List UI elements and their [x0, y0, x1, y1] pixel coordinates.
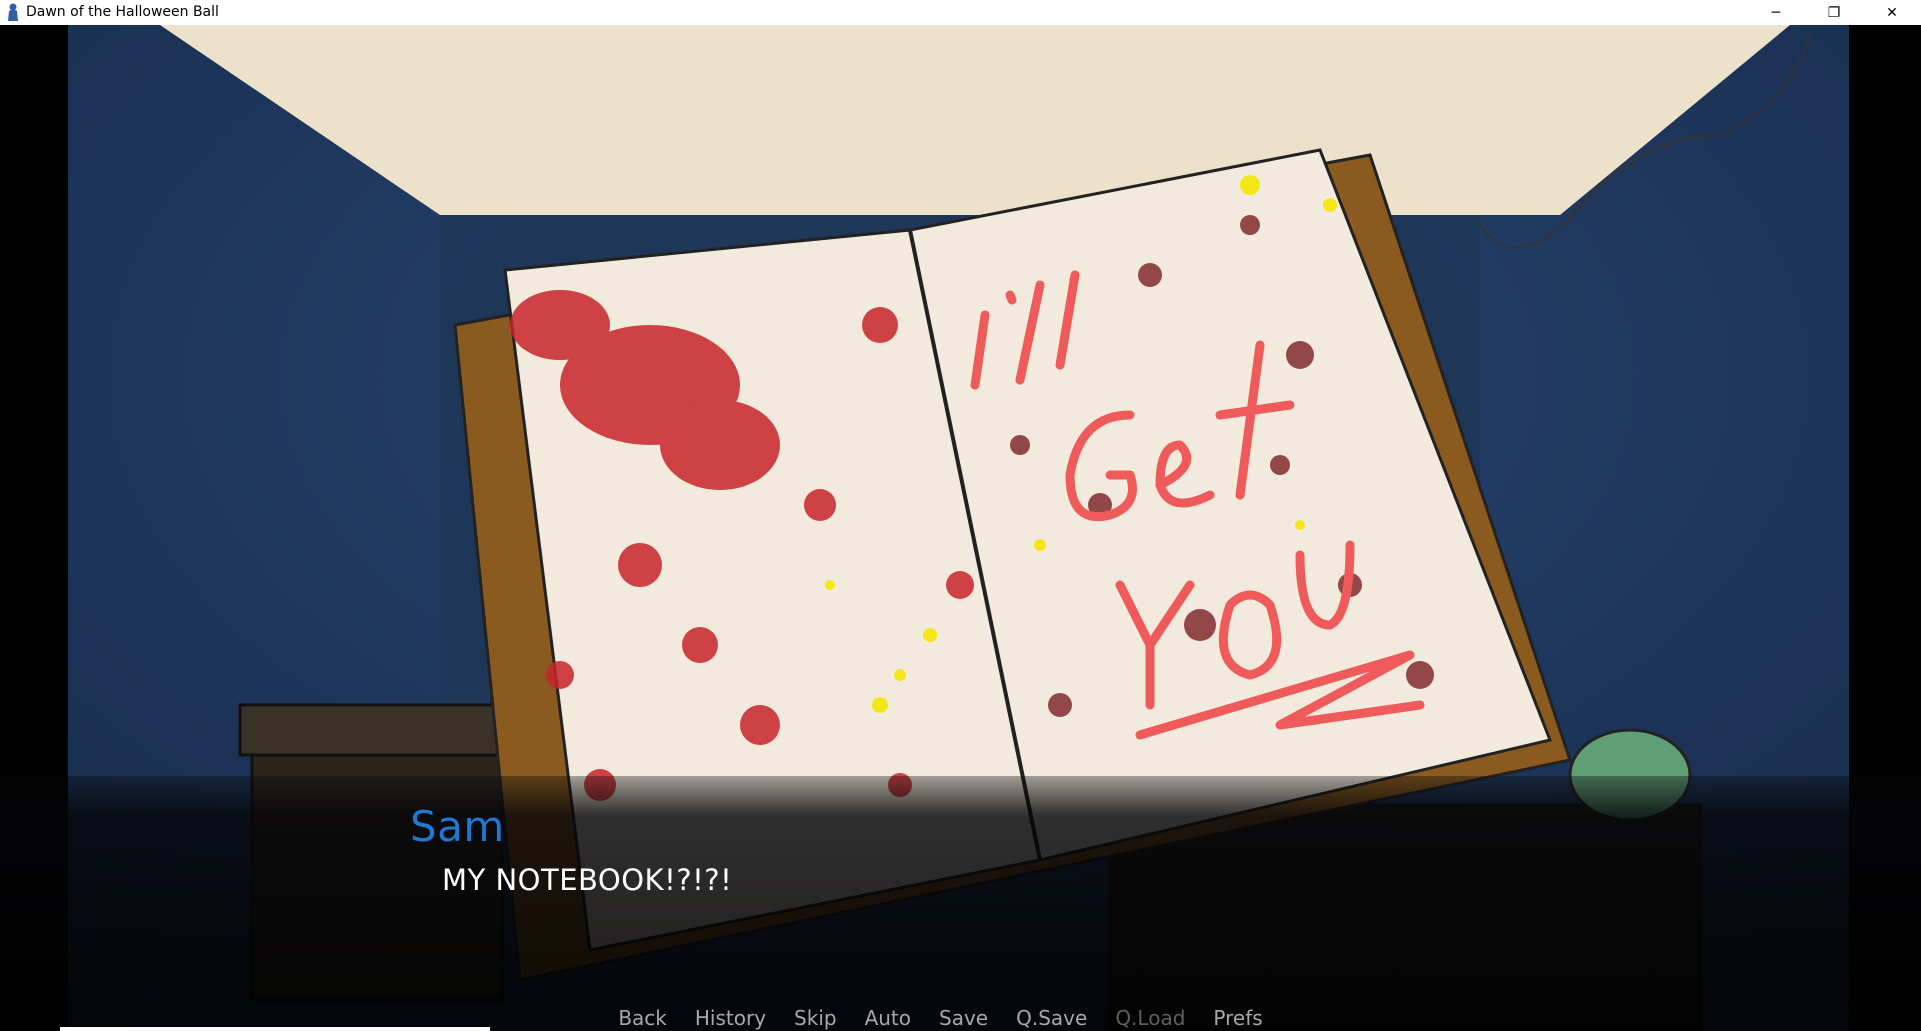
save-button[interactable]: Save: [925, 1006, 1002, 1031]
renpy-icon: [8, 3, 18, 21]
window-title-bar: Dawn of the Halloween Ball ─ ❐ ✕: [0, 0, 1921, 25]
close-icon: ✕: [1886, 4, 1898, 21]
dialogue-text: MY NOTEBOOK!?!?!: [442, 863, 733, 897]
quick-load-button[interactable]: Q.Load: [1101, 1006, 1199, 1031]
quick-save-button[interactable]: Q.Save: [1002, 1006, 1101, 1031]
skip-button[interactable]: Skip: [780, 1006, 851, 1031]
minimize-button[interactable]: ─: [1747, 0, 1805, 25]
speaker-name: Sam: [410, 802, 505, 851]
desk: [238, 703, 522, 757]
restore-icon: ❐: [1827, 4, 1841, 21]
history-button[interactable]: History: [681, 1006, 780, 1031]
ceiling: [160, 25, 1790, 215]
auto-button[interactable]: Auto: [851, 1006, 925, 1031]
window-title: Dawn of the Halloween Ball: [26, 4, 219, 20]
dialogue-window[interactable]: [0, 776, 1921, 1031]
minimize-icon: ─: [1771, 4, 1781, 21]
progress-bar: [60, 1027, 490, 1031]
restore-button[interactable]: ❐: [1805, 0, 1863, 25]
close-button[interactable]: ✕: [1863, 0, 1921, 25]
prefs-button[interactable]: Prefs: [1199, 1006, 1276, 1031]
back-button[interactable]: Back: [604, 1006, 681, 1031]
game-viewport[interactable]: Sam MY NOTEBOOK!?!?! Back History Skip A…: [0, 25, 1921, 1031]
